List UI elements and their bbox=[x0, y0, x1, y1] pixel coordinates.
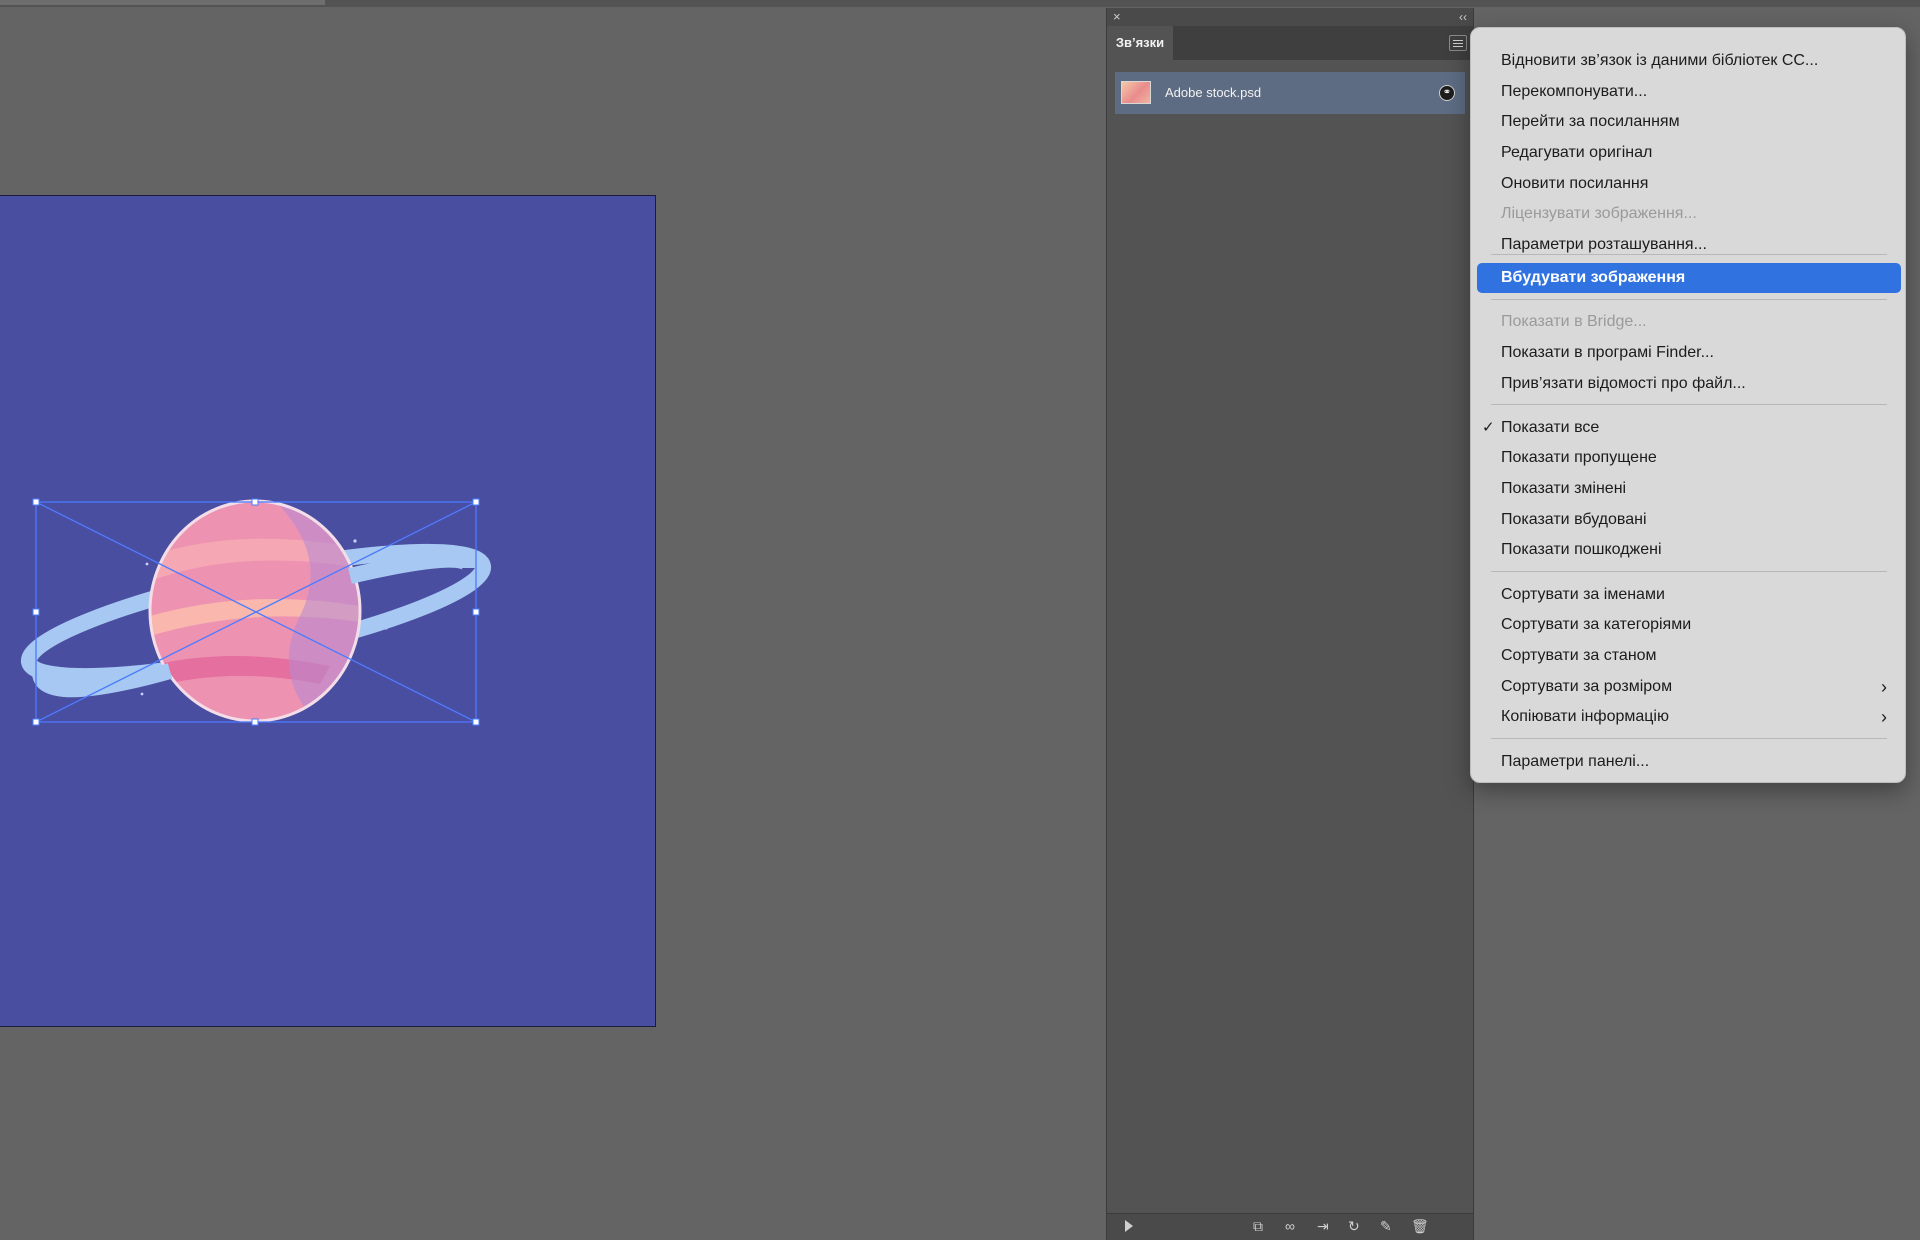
menu-separator bbox=[1491, 571, 1887, 572]
menu-item-label: Перейти за посиланням bbox=[1501, 113, 1680, 130]
menu-item-label: Сортувати за категоріями bbox=[1501, 616, 1692, 633]
menu-item-update-link[interactable]: Оновити посилання bbox=[1477, 169, 1901, 199]
menu-item-reveal-in-finder[interactable]: Показати в програмі Finder... bbox=[1477, 338, 1901, 368]
menu-item-reveal-in-bridge: Показати в Bridge... bbox=[1477, 307, 1901, 337]
panel-context-menu: Відновити зв’язок із даними бібліотек CC… bbox=[1470, 27, 1906, 783]
menu-item-show-embedded[interactable]: Показати вбудовані bbox=[1477, 505, 1901, 535]
menu-item-label: Оновити посилання bbox=[1501, 175, 1649, 192]
panel-title-strip: × ‹‹ bbox=[1107, 8, 1473, 26]
checkmark-icon: ✓ bbox=[1482, 419, 1495, 436]
go-to-link-icon[interactable]: ⇥ bbox=[1317, 1217, 1329, 1235]
relink-cc-icon[interactable]: ⧉ bbox=[1253, 1217, 1263, 1235]
menu-item-label: Показати все bbox=[1501, 419, 1600, 436]
menu-item-label: Редагувати оригінал bbox=[1501, 144, 1653, 161]
menu-item-sort-by-kind[interactable]: Сортувати за категоріями bbox=[1477, 610, 1901, 640]
link-item-row[interactable]: Adobe stock.psd ⚭ bbox=[1115, 72, 1465, 114]
update-link-icon[interactable]: ↻ bbox=[1348, 1217, 1360, 1235]
menu-item-edit-original[interactable]: Редагувати оригінал bbox=[1477, 138, 1901, 168]
menu-item-show-missing[interactable]: Показати пропущене bbox=[1477, 443, 1901, 473]
edit-original-icon[interactable]: ✎ bbox=[1380, 1217, 1392, 1235]
menu-item-label: Ліцензувати зображення... bbox=[1501, 205, 1697, 222]
menu-item-label: Показати вбудовані bbox=[1501, 511, 1647, 528]
menu-item-show-modified[interactable]: Показати змінені bbox=[1477, 474, 1901, 504]
menu-item-label: Показати пропущене bbox=[1501, 449, 1657, 466]
planet-artwork[interactable] bbox=[0, 196, 656, 1028]
document-tab-strip[interactable] bbox=[0, 0, 325, 5]
menu-item-copy-info[interactable]: Копіювати інформацію › bbox=[1477, 702, 1901, 732]
panel-footer: ⧉ ∞ ⇥ ↻ ✎ 🗑 bbox=[1107, 1213, 1473, 1240]
menu-separator bbox=[1491, 404, 1887, 405]
close-icon[interactable]: × bbox=[1113, 9, 1121, 25]
panel-tab-bar: Зв’язки bbox=[1107, 26, 1473, 60]
menu-item-label: Сортувати за розміром bbox=[1501, 678, 1673, 695]
menu-item-label: Показати змінені bbox=[1501, 480, 1627, 497]
menu-item-panel-options[interactable]: Параметри панелі... bbox=[1477, 747, 1901, 777]
chevron-right-icon: › bbox=[1881, 707, 1887, 727]
menu-item-placement-options[interactable]: Параметри розташування... bbox=[1477, 230, 1901, 260]
menu-item-embed-image[interactable]: Вбудувати зображення bbox=[1477, 263, 1901, 293]
menu-item-relink-cc[interactable]: Відновити зв’язок із даними бібліотек CC… bbox=[1477, 46, 1901, 76]
tab-links[interactable]: Зв’язки bbox=[1107, 26, 1173, 60]
link-thumbnail bbox=[1121, 81, 1151, 104]
menu-item-go-to-link[interactable]: Перейти за посиланням bbox=[1477, 107, 1901, 137]
chevron-right-icon: › bbox=[1881, 677, 1887, 697]
menu-item-license-image: Ліцензувати зображення... bbox=[1477, 199, 1901, 229]
menu-item-label: Показати в програмі Finder... bbox=[1501, 344, 1714, 361]
menu-separator bbox=[1491, 299, 1887, 300]
relink-icon[interactable]: ∞ bbox=[1285, 1217, 1295, 1235]
menu-item-show-all[interactable]: ✓ Показати все bbox=[1477, 413, 1901, 443]
menu-item-link-file-info[interactable]: Прив’язати відомості про файл... bbox=[1477, 369, 1901, 399]
menu-item-label: Копіювати інформацію bbox=[1501, 708, 1669, 725]
delete-icon[interactable]: 🗑 bbox=[1411, 1217, 1429, 1235]
link-icon: ⚭ bbox=[1439, 85, 1455, 101]
link-file-name: Adobe stock.psd bbox=[1165, 85, 1262, 100]
menu-item-label: Вбудувати зображення bbox=[1501, 269, 1686, 286]
menu-item-sort-by-size[interactable]: Сортувати за розміром › bbox=[1477, 672, 1901, 702]
artboard[interactable] bbox=[0, 195, 656, 1027]
menu-item-sort-by-name[interactable]: Сортувати за іменами bbox=[1477, 580, 1901, 610]
links-panel: × ‹‹ Зв’язки Adobe stock.psd ⚭ ⧉ ∞ ⇥ ↻ ✎… bbox=[1106, 8, 1474, 1240]
menu-item-show-corrupted[interactable]: Показати пошкоджені bbox=[1477, 535, 1901, 565]
panel-menu-icon[interactable] bbox=[1449, 35, 1467, 51]
menu-separator bbox=[1491, 254, 1887, 255]
application-top-bar bbox=[0, 0, 1920, 7]
menu-item-sort-by-status[interactable]: Сортувати за станом bbox=[1477, 641, 1901, 671]
menu-item-label: Показати пошкоджені bbox=[1501, 541, 1662, 558]
menu-item-label: Перекомпонувати... bbox=[1501, 83, 1648, 100]
menu-separator bbox=[1491, 738, 1887, 739]
menu-item-label: Параметри розташування... bbox=[1501, 236, 1707, 253]
show-info-toggle-icon[interactable] bbox=[1125, 1220, 1133, 1232]
menu-item-label: Параметри панелі... bbox=[1501, 753, 1650, 770]
menu-item-label: Відновити зв’язок із даними бібліотек CC… bbox=[1501, 52, 1819, 69]
menu-item-label: Показати в Bridge... bbox=[1501, 313, 1647, 330]
menu-item-relink[interactable]: Перекомпонувати... bbox=[1477, 77, 1901, 107]
menu-item-label: Прив’язати відомості про файл... bbox=[1501, 375, 1746, 392]
menu-item-label: Сортувати за іменами bbox=[1501, 586, 1665, 603]
collapse-icon[interactable]: ‹‹ bbox=[1459, 9, 1467, 25]
menu-item-label: Сортувати за станом bbox=[1501, 647, 1657, 664]
